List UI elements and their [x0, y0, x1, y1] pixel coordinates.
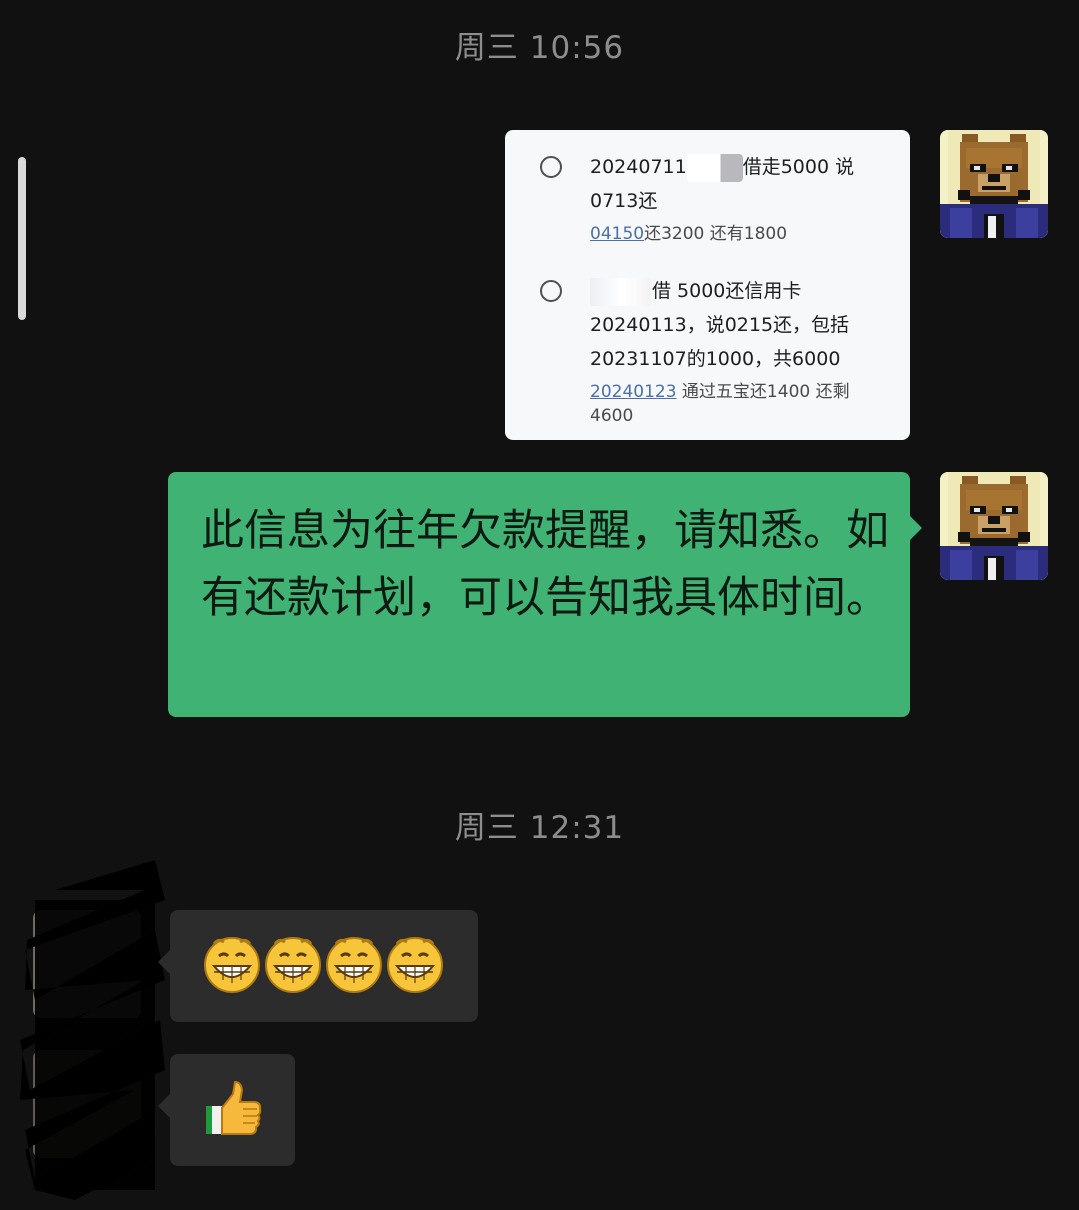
todo-1-line-2: 0713还	[590, 190, 658, 212]
todo-2-note: 20240123 通过五宝还1400 还剩	[590, 380, 850, 404]
screenshot-image-message[interactable]: 20240711 借走5000 说 0713还 04150还3200 还有1800…	[505, 130, 910, 440]
bubble-tail	[158, 1094, 170, 1118]
outgoing-message-bubble[interactable]: 此信息为往年欠款提醒，请知悉。如有还款计划，可以告知我具体时间。	[168, 472, 922, 717]
grin-emoji-icon	[265, 937, 321, 993]
bubble-tail	[910, 516, 922, 540]
own-avatar[interactable]	[940, 472, 1048, 580]
grin-emoji-icon	[387, 937, 443, 993]
todo-1-line-1: 20240711 借走5000 说	[590, 150, 854, 184]
todo-1-text: 借走5000 说	[742, 156, 855, 178]
bubble-tail	[158, 950, 170, 974]
todo-2-note-link[interactable]: 20240123	[590, 382, 677, 402]
bear-avatar-icon	[940, 472, 1048, 580]
redaction-mask	[686, 153, 743, 182]
redaction-mask	[590, 277, 652, 306]
todo-1-note-link[interactable]: 04150	[590, 224, 644, 244]
todo-checkbox-1	[540, 156, 562, 178]
scrollbar[interactable]	[18, 157, 26, 320]
todo-2-line-2: 20240113，说0215还，包括	[590, 314, 850, 336]
todo-2-line-1: 借 5000还信用卡	[590, 274, 801, 308]
grin-emoji-icon	[204, 937, 260, 993]
todo-1-date: 20240711	[590, 156, 687, 178]
own-avatar[interactable]	[940, 130, 1048, 238]
todo-2-note-line-2: 4600	[590, 406, 634, 426]
timestamp-1: 周三 10:56	[454, 30, 625, 66]
thumbs-up-emoji-icon	[206, 1080, 262, 1135]
todo-checkbox-2	[540, 280, 562, 302]
todo-1-note-text: 还3200 还有1800	[644, 224, 788, 244]
outgoing-message-text: 此信息为往年欠款提醒，请知悉。如有还款计划，可以告知我具体时间。	[201, 506, 889, 623]
todo-1-note: 04150还3200 还有1800	[590, 222, 787, 246]
incoming-emoji-bubble-1[interactable]	[158, 910, 478, 1022]
redacted-avatar-scribble	[20, 860, 165, 1200]
todo-2-note-text: 通过五宝还1400 还剩	[676, 382, 850, 402]
incoming-emoji-bubble-2[interactable]	[158, 1054, 295, 1166]
todo-2-text: 借 5000还信用卡	[652, 280, 802, 302]
todo-2-line-3: 20231107的1000，共6000	[590, 348, 841, 370]
timestamp-2: 周三 12:31	[454, 810, 625, 846]
bear-avatar-icon	[940, 130, 1048, 238]
grin-emoji-icon	[326, 937, 382, 993]
